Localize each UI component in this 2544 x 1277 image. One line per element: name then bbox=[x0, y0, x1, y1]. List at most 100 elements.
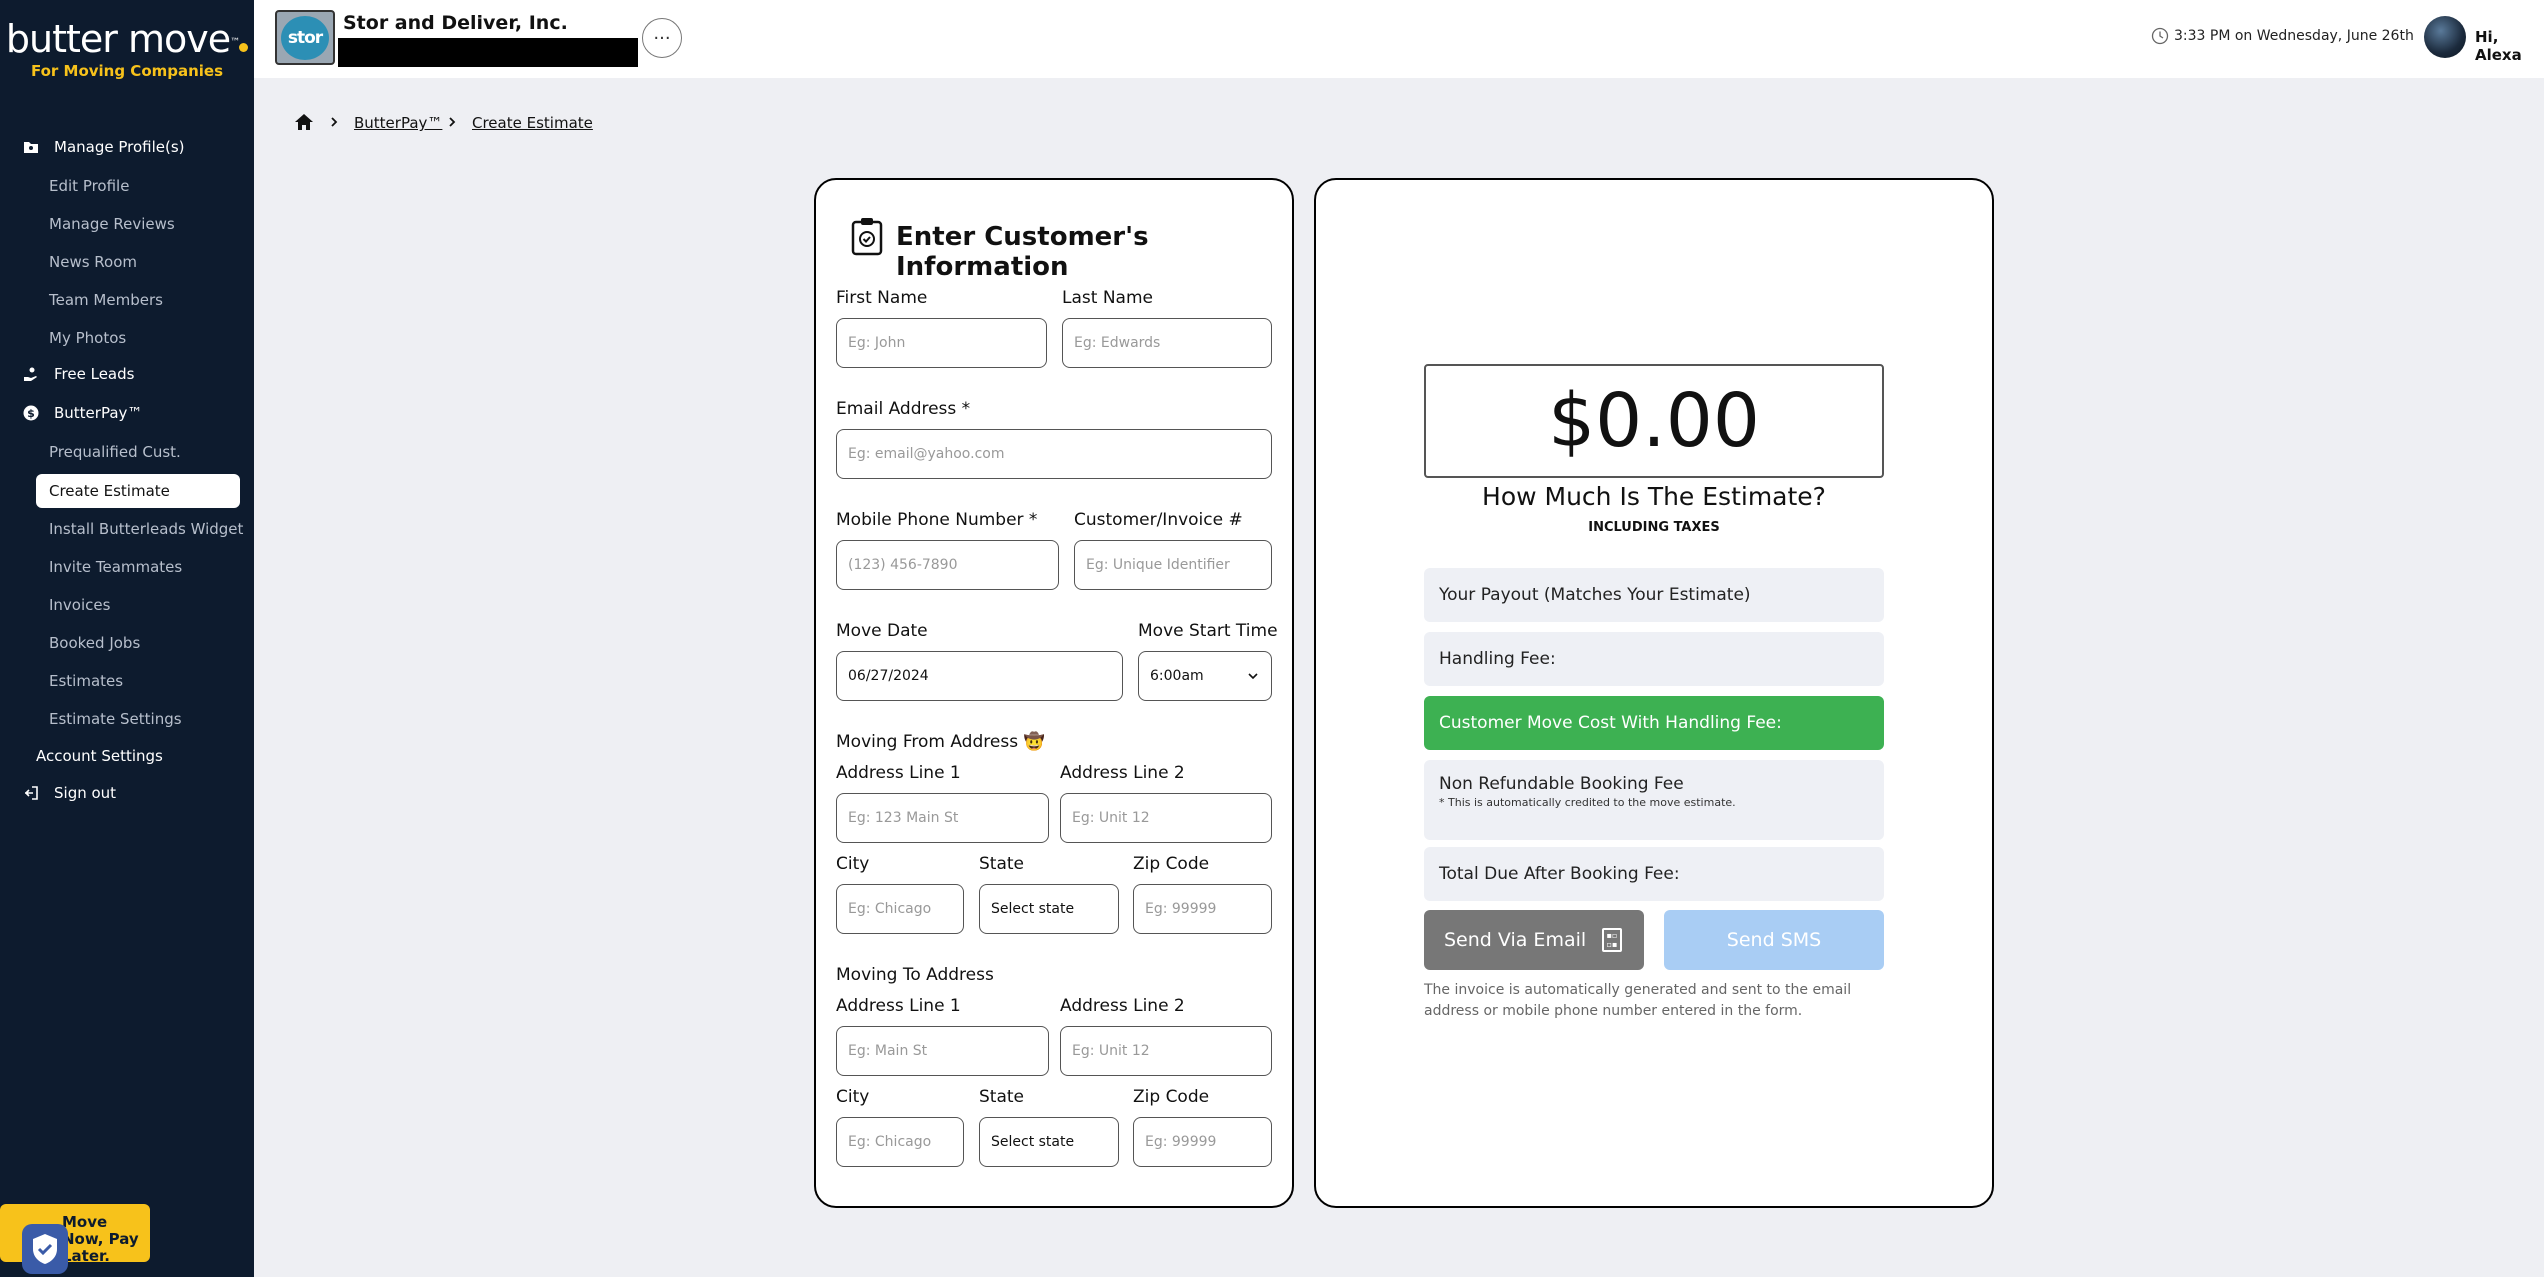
nav-manage-profiles-label: Manage Profile(s) bbox=[54, 138, 185, 156]
estimate-question: How Much Is The Estimate? bbox=[1482, 482, 1826, 511]
move-time-label: Move Start Time bbox=[1138, 621, 1278, 641]
svg-text:$: $ bbox=[27, 407, 35, 420]
clock-icon bbox=[2151, 27, 2169, 45]
send-via-email-button[interactable]: Send Via Email ▪▫ ▫▪ bbox=[1424, 910, 1644, 970]
logo-word: butter move bbox=[5, 17, 231, 61]
dollar-circle-icon: $ bbox=[22, 404, 40, 422]
from-city-label: City bbox=[836, 854, 870, 874]
nav-free-leads[interactable]: Free Leads bbox=[22, 365, 134, 383]
hand-coin-icon bbox=[22, 365, 40, 383]
move-time-select[interactable]: 6:00am bbox=[1138, 651, 1272, 701]
send-email-label: Send Via Email bbox=[1444, 929, 1587, 951]
move-date-label: Move Date bbox=[836, 621, 928, 641]
to-city-label: City bbox=[836, 1087, 870, 1107]
from-addr1-input[interactable] bbox=[836, 793, 1049, 843]
qr-code-icon: ▪▫ ▫▪ bbox=[1602, 928, 1622, 952]
nav-my-photos[interactable]: My Photos bbox=[49, 329, 126, 347]
email-label: Email Address * bbox=[836, 399, 971, 419]
including-taxes-label: INCLUDING TAXES bbox=[1588, 520, 1720, 535]
nav-manage-reviews[interactable]: Manage Reviews bbox=[49, 215, 175, 233]
nav-team-members[interactable]: Team Members bbox=[49, 291, 163, 309]
moving-from-heading: Moving From Address 🤠 bbox=[836, 732, 1045, 752]
folder-icon bbox=[22, 138, 40, 156]
invoice-input[interactable] bbox=[1074, 540, 1272, 590]
nav-install-widget[interactable]: Install Butterleads Widget bbox=[49, 520, 243, 538]
shield-check-icon[interactable] bbox=[22, 1224, 68, 1274]
to-zip-input[interactable] bbox=[1133, 1117, 1272, 1167]
top-bar: stor Stor and Deliver, Inc. ··· 3:33 PM … bbox=[254, 0, 2544, 78]
invoice-label: Customer/Invoice # bbox=[1074, 510, 1243, 530]
logo-subtitle: For Moving Companies bbox=[30, 62, 224, 80]
nav-estimate-settings[interactable]: Estimate Settings bbox=[49, 710, 182, 728]
to-state-label: State bbox=[979, 1087, 1024, 1107]
nav-prequalified[interactable]: Prequalified Cust. bbox=[49, 443, 181, 461]
nav-invoices[interactable]: Invoices bbox=[49, 596, 110, 614]
nav-free-leads-label: Free Leads bbox=[54, 365, 135, 383]
chevron-right-icon bbox=[449, 117, 456, 127]
phone-input[interactable] bbox=[836, 540, 1059, 590]
last-name-label: Last Name bbox=[1062, 288, 1153, 308]
customer-info-card: Enter Customer's Information First Name … bbox=[814, 178, 1294, 1208]
last-name-input[interactable] bbox=[1062, 318, 1272, 368]
to-addr2-input[interactable] bbox=[1060, 1026, 1272, 1076]
invoice-footnote: The invoice is automatically generated a… bbox=[1424, 982, 1852, 1019]
nav-sign-out-label: Sign out bbox=[54, 784, 117, 802]
to-city-input[interactable] bbox=[836, 1117, 964, 1167]
first-name-input[interactable] bbox=[836, 318, 1047, 368]
nav-account-settings[interactable]: Account Settings bbox=[36, 747, 163, 765]
more-options-button[interactable]: ··· bbox=[642, 18, 682, 58]
from-state-select[interactable]: Select state bbox=[979, 884, 1119, 934]
booking-fee-label: Non Refundable Booking Fee bbox=[1439, 774, 1684, 794]
estimate-amount-input[interactable]: $0.00 bbox=[1424, 364, 1884, 478]
from-addr1-label: Address Line 1 bbox=[836, 763, 961, 783]
current-time: 3:33 PM on Wednesday, June 26th bbox=[2174, 28, 2414, 44]
from-city-input[interactable] bbox=[836, 884, 964, 934]
from-addr2-input[interactable] bbox=[1060, 793, 1272, 843]
nav-butterpay[interactable]: $ ButterPay™ bbox=[22, 404, 142, 422]
logo-dot bbox=[239, 43, 249, 52]
chevron-down-icon bbox=[1248, 673, 1258, 680]
avatar[interactable] bbox=[2424, 16, 2466, 58]
moving-to-heading: Moving To Address bbox=[836, 965, 994, 985]
company-logo-text: stor bbox=[281, 15, 329, 60]
nav-news-room[interactable]: News Room bbox=[49, 253, 137, 271]
from-zip-input[interactable] bbox=[1133, 884, 1272, 934]
nav-invite-teammates[interactable]: Invite Teammates bbox=[49, 558, 182, 576]
send-sms-button[interactable]: Send SMS bbox=[1664, 910, 1884, 970]
sign-out-icon bbox=[22, 784, 40, 802]
logo-tm: ™ bbox=[230, 37, 240, 48]
phone-label: Mobile Phone Number * bbox=[836, 510, 1038, 530]
nav-booked-jobs[interactable]: Booked Jobs bbox=[49, 634, 140, 652]
butter-move-logo[interactable]: butter move™ For Moving Companies bbox=[0, 20, 254, 80]
nav-butterpay-label: ButterPay™ bbox=[54, 404, 143, 422]
home-icon[interactable] bbox=[294, 112, 314, 132]
from-state-label: State bbox=[979, 854, 1024, 874]
nav-manage-profiles[interactable]: Manage Profile(s) bbox=[22, 138, 185, 156]
company-logo: stor bbox=[275, 10, 335, 65]
user-greeting[interactable]: Hi, Alexa bbox=[2475, 28, 2544, 64]
email-input[interactable] bbox=[836, 429, 1272, 479]
breadcrumb-butterpay[interactable]: ButterPay™ bbox=[354, 114, 442, 132]
nav-sign-out[interactable]: Sign out bbox=[22, 784, 116, 802]
chevron-right-icon bbox=[331, 117, 338, 127]
company-name: Stor and Deliver, Inc. bbox=[343, 12, 568, 34]
nav-create-estimate[interactable]: Create Estimate bbox=[36, 474, 240, 508]
to-addr1-input[interactable] bbox=[836, 1026, 1049, 1076]
nav-edit-profile[interactable]: Edit Profile bbox=[49, 177, 129, 195]
total-due-row: Total Due After Booking Fee: bbox=[1424, 847, 1884, 901]
sidebar: butter move™ For Moving Companies Manage… bbox=[0, 0, 254, 1277]
estimate-card: $0.00 How Much Is The Estimate? INCLUDIN… bbox=[1314, 178, 1994, 1208]
redacted-bar bbox=[338, 38, 638, 67]
breadcrumb-create-estimate[interactable]: Create Estimate bbox=[472, 114, 593, 132]
from-zip-label: Zip Code bbox=[1133, 854, 1210, 874]
to-addr1-label: Address Line 1 bbox=[836, 996, 961, 1016]
payout-row: Your Payout (Matches Your Estimate) bbox=[1424, 568, 1884, 622]
clipboard-check-icon bbox=[851, 218, 883, 256]
form-title: Enter Customer's Information bbox=[896, 222, 1149, 282]
customer-cost-row: Customer Move Cost With Handling Fee: bbox=[1424, 696, 1884, 750]
move-date-input[interactable] bbox=[836, 651, 1123, 701]
to-state-select[interactable]: Select state bbox=[979, 1117, 1119, 1167]
nav-estimates[interactable]: Estimates bbox=[49, 672, 123, 690]
booking-fee-row: Non Refundable Booking Fee * This is aut… bbox=[1424, 760, 1884, 840]
booking-fee-note: * This is automatically credited to the … bbox=[1439, 796, 1736, 809]
